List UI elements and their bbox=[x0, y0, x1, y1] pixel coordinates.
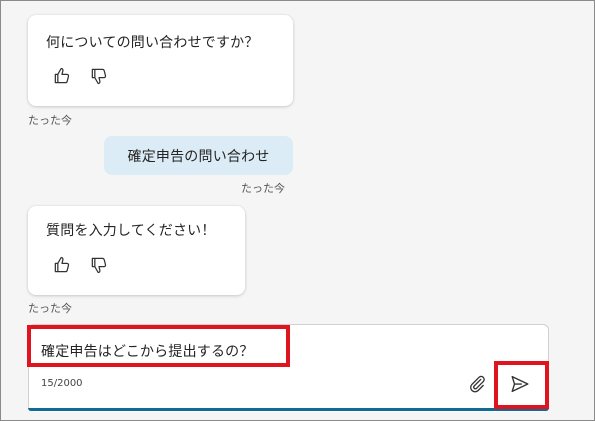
character-counter: 15/2000 bbox=[41, 378, 83, 389]
send-icon bbox=[511, 375, 529, 393]
bot-message-text: 何についての問い合わせですか？ bbox=[46, 35, 259, 51]
thumbs-down-icon[interactable] bbox=[88, 65, 110, 87]
message-composer[interactable] bbox=[28, 324, 549, 412]
thumbs-up-icon[interactable] bbox=[51, 65, 73, 87]
thumbs-up-icon[interactable] bbox=[51, 254, 73, 276]
paperclip-icon[interactable] bbox=[466, 373, 488, 395]
composer-focus-underline bbox=[28, 408, 549, 411]
thumbs-down-icon[interactable] bbox=[88, 254, 110, 276]
message-timestamp: たった今 bbox=[241, 182, 285, 195]
bot-message-bubble: 質問を入力してください！ bbox=[28, 206, 245, 295]
send-button[interactable] bbox=[505, 370, 535, 398]
bot-message-text: 質問を入力してください！ bbox=[46, 223, 216, 239]
bot-message-bubble: 何についての問い合わせですか？ bbox=[28, 15, 293, 106]
message-timestamp: たった今 bbox=[28, 114, 72, 127]
message-timestamp: たった今 bbox=[28, 302, 72, 315]
message-input[interactable]: 確定申告はどこから提出するの？ bbox=[41, 341, 254, 361]
user-message-text: 確定申告の問い合わせ bbox=[127, 148, 270, 165]
user-message-bubble: 確定申告の問い合わせ bbox=[104, 136, 293, 175]
